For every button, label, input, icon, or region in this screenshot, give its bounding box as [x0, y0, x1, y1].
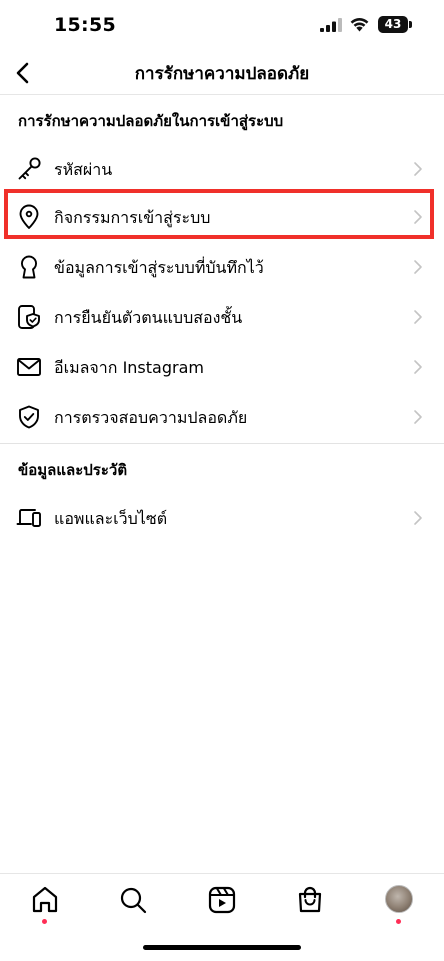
mail-icon: [17, 358, 41, 376]
menu-item-security-checkup[interactable]: การตรวจสอบความปลอดภัย: [0, 393, 444, 441]
highlight-box: [4, 189, 434, 239]
devices-icon: [16, 509, 41, 527]
menu-item-password[interactable]: รหัสผ่าน: [0, 145, 444, 193]
menu-item-two-factor-authentication[interactable]: การยืนยันตัวตนแบบสองชั้น: [0, 293, 444, 341]
section-heading-data-history: ข้อมูลและประวัติ: [18, 461, 128, 479]
chevron-right-icon: [414, 410, 422, 424]
navigation-header: การรักษาความปลอดภัย: [0, 52, 444, 95]
status-time: 15:55: [54, 14, 116, 36]
menu-item-saved-login-info[interactable]: ข้อมูลการเข้าสู่ระบบที่บันทึกไว้: [0, 243, 444, 291]
cellular-signal-icon: [320, 18, 342, 32]
page-title: การรักษาความปลอดภัย: [134, 64, 310, 84]
notification-dot: [396, 919, 401, 924]
home-indicator: [143, 945, 301, 950]
search-icon[interactable]: [117, 884, 149, 916]
section-heading-login-security: การรักษาความปลอดภัยในการเข้าสู่ระบบ: [18, 112, 284, 130]
section-divider: [0, 443, 444, 444]
key-icon: [18, 157, 41, 180]
menu-item-label: การยืนยันตัวตนแบบสองชั้น: [54, 308, 243, 327]
wifi-icon: [350, 18, 369, 32]
menu-item-label: การตรวจสอบความปลอดภัย: [54, 408, 248, 427]
chevron-right-icon: [414, 310, 422, 324]
menu-item-label: รหัสผ่าน: [54, 160, 113, 179]
chevron-right-icon: [414, 360, 422, 374]
chevron-right-icon: [414, 260, 422, 274]
menu-item-label: แอพและเว็บไซต์: [54, 509, 168, 528]
chevron-right-icon: [414, 511, 422, 525]
keyhole-icon: [21, 255, 37, 279]
status-bar: 15:55 43: [0, 0, 444, 52]
chevron-right-icon: [414, 162, 422, 176]
phone-shield-icon: [18, 305, 40, 329]
shop-icon[interactable]: [294, 884, 326, 916]
menu-item-apps-and-websites[interactable]: แอพและเว็บไซต์: [0, 494, 444, 542]
notification-dot: [42, 919, 47, 924]
menu-item-emails-from-instagram[interactable]: อีเมลจาก Instagram: [0, 343, 444, 391]
profile-avatar[interactable]: [385, 885, 413, 913]
menu-item-label: อีเมลจาก Instagram: [54, 358, 204, 377]
reels-icon[interactable]: [206, 884, 238, 916]
shield-check-icon: [19, 405, 39, 429]
battery-level: 43: [378, 16, 408, 33]
battery-nub: [409, 21, 412, 28]
home-icon[interactable]: [29, 884, 61, 916]
menu-item-label: ข้อมูลการเข้าสู่ระบบที่บันทึกไว้: [54, 258, 264, 277]
